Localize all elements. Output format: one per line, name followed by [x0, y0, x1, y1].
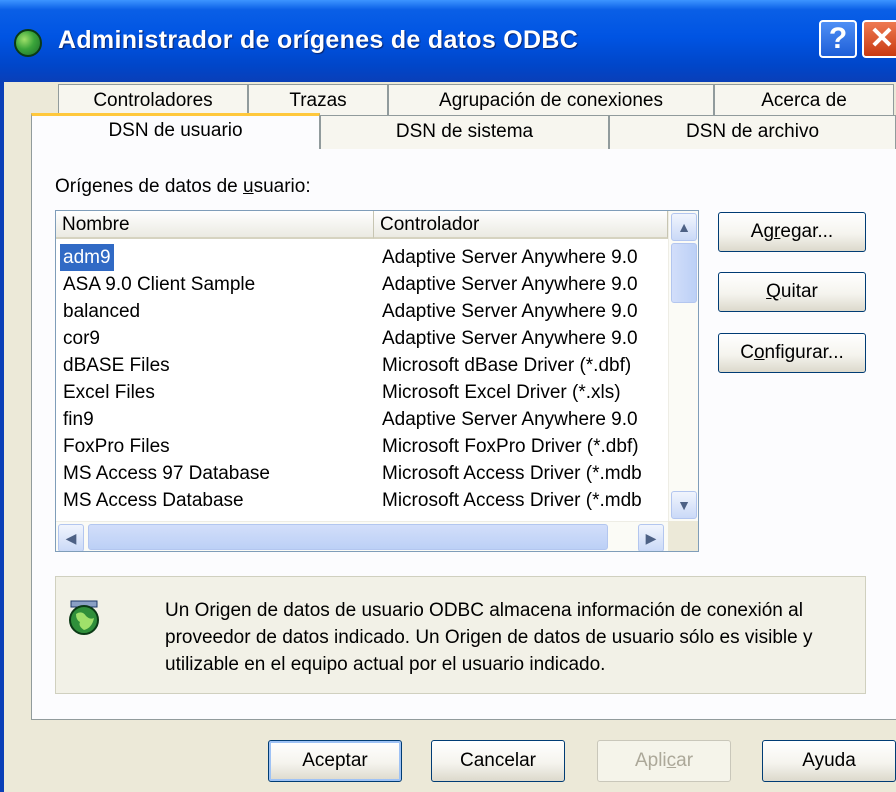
row-driver: Microsoft FoxPro Driver (*.dbf) [382, 436, 639, 457]
data-source-list[interactable]: Nombre Controlador adm9 Adaptive Server … [55, 210, 699, 552]
close-button[interactable]: ✕ [862, 20, 896, 58]
column-header-controlador[interactable]: Controlador [374, 211, 668, 239]
row-driver: Microsoft Excel Driver (*.xls) [382, 382, 621, 403]
tab-dsn-sistema[interactable]: DSN de sistema [320, 115, 609, 149]
row-name: fin9 [63, 409, 94, 430]
row-name: balanced [63, 301, 141, 322]
row-name: cor9 [63, 328, 100, 349]
list-row[interactable]: dBASE Files Microsoft dBase Driver (*.db… [56, 352, 668, 379]
row-name: dBASE Files [63, 355, 170, 376]
row-driver: Adaptive Server Anywhere 9.0 [382, 328, 638, 349]
row-name: MS Access 97 Database [63, 463, 270, 484]
list-row[interactable]: FoxPro Files Microsoft FoxPro Driver (*.… [56, 433, 668, 460]
configure-button[interactable]: Configurar... [718, 333, 866, 373]
row-driver: Adaptive Server Anywhere 9.0 [382, 409, 638, 430]
scrollbar-corner [668, 521, 698, 551]
window-frame-left [0, 82, 4, 792]
horizontal-scrollbar[interactable]: ◀ ▶ [56, 521, 668, 551]
row-name: adm9 [60, 244, 114, 271]
list-row[interactable]: adm9 Adaptive Server Anywhere 9.0 [56, 244, 668, 271]
tab-dsn-usuario[interactable]: DSN de usuario [31, 113, 320, 149]
row-name: MS Access Database [63, 490, 244, 511]
vertical-scroll-thumb[interactable] [671, 243, 697, 303]
horizontal-scroll-thumb[interactable] [88, 524, 608, 550]
odbc-globe-icon [14, 29, 42, 57]
scroll-down-button[interactable]: ▼ [671, 491, 697, 519]
scroll-right-button[interactable]: ▶ [638, 524, 664, 551]
row-name: FoxPro Files [63, 436, 170, 457]
list-row[interactable]: balanced Adaptive Server Anywhere 9.0 [56, 298, 668, 325]
row-driver: Adaptive Server Anywhere 9.0 [382, 301, 638, 322]
list-row[interactable]: Excel Files Microsoft Excel Driver (*.xl… [56, 379, 668, 406]
tab-agrupacion-conexiones[interactable]: Agrupación de conexiones [388, 84, 714, 118]
help-button[interactable]: Ayuda [762, 740, 896, 782]
row-driver: Microsoft Access Driver (*.mdb [382, 463, 642, 484]
row-name: Excel Files [63, 382, 155, 403]
scroll-up-button[interactable]: ▲ [671, 213, 697, 241]
list-row[interactable]: fin9 Adaptive Server Anywhere 9.0 [56, 406, 668, 433]
list-label: Orígenes de datos de usuario: [55, 176, 311, 197]
scroll-left-button[interactable]: ◀ [58, 524, 84, 551]
row-driver: Microsoft Access Driver (*.mdb [382, 490, 642, 511]
title-bar[interactable]: Administrador de orígenes de datos ODBC … [0, 0, 896, 82]
tab-acerca-de[interactable]: Acerca de [714, 84, 894, 118]
help-title-button[interactable]: ? [819, 20, 857, 58]
remove-button[interactable]: Quitar [718, 272, 866, 312]
list-row[interactable]: ASA 9.0 Client Sample Adaptive Server An… [56, 271, 668, 298]
row-driver: Microsoft dBase Driver (*.dbf) [382, 355, 632, 376]
apply-button[interactable]: Aplicar [597, 740, 731, 782]
window-title: Administrador de orígenes de datos ODBC [58, 26, 579, 54]
list-row[interactable]: MS Access Database Microsoft Access Driv… [56, 487, 668, 514]
row-driver: Adaptive Server Anywhere 9.0 [382, 247, 638, 268]
column-header-nombre[interactable]: Nombre [56, 211, 374, 239]
cancel-button[interactable]: Cancelar [431, 740, 565, 782]
list-row[interactable]: cor9 Adaptive Server Anywhere 9.0 [56, 325, 668, 352]
ok-button[interactable]: Aceptar [268, 740, 402, 782]
tab-dsn-archivo[interactable]: DSN de archivo [609, 115, 896, 149]
odbc-datasource-icon [69, 600, 99, 635]
row-driver: Adaptive Server Anywhere 9.0 [382, 274, 638, 295]
vertical-scrollbar[interactable]: ▲ ▼ [668, 211, 698, 521]
add-button[interactable]: Agregar... [718, 212, 866, 252]
list-row[interactable]: MS Access 97 Database Microsoft Access D… [56, 460, 668, 487]
row-name: ASA 9.0 Client Sample [63, 274, 256, 295]
info-text: Un Origen de datos de usuario ODBC almac… [165, 600, 813, 675]
